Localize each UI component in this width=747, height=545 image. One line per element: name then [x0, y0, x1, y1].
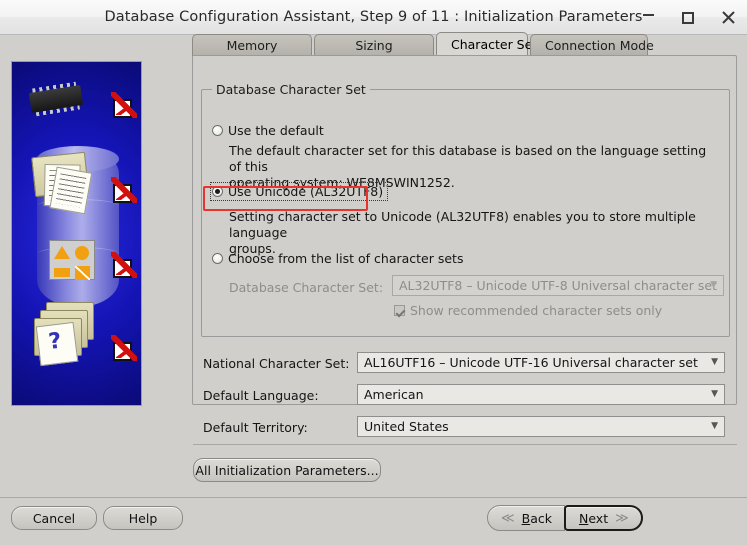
tab-connection-mode[interactable]: Connection Mode [530, 34, 654, 56]
memory-chip-icon [28, 85, 84, 113]
minimize-icon[interactable] [637, 7, 659, 29]
tab-connection-mode-label: Connection Mode [545, 38, 654, 53]
maximize-icon[interactable] [677, 7, 699, 29]
cancel-button-label: Cancel [32, 510, 76, 526]
wizard-illustration [11, 61, 142, 406]
back-button-label: Back [521, 510, 552, 526]
back-button[interactable]: ≪ Back [487, 505, 565, 531]
panel-divider [193, 444, 737, 445]
shapes-icon [49, 240, 95, 280]
use-unicode-desc-line1: Setting character set to Unicode (AL32UT… [229, 209, 696, 240]
database-character-set-select[interactable]: AL32UTF8 – Unicode UTF-8 Universal chara… [392, 275, 724, 296]
tab-sizing[interactable]: Sizing [314, 34, 434, 56]
tab-memory-label: Memory [226, 38, 278, 53]
radio-use-default-indicator [212, 125, 223, 136]
chevron-down-icon: ▼ [711, 389, 718, 399]
show-recommended-checkbox[interactable]: Show recommended character sets only [394, 303, 662, 318]
close-icon[interactable] [717, 7, 739, 29]
database-character-set-label: Database Character Set: [229, 280, 384, 295]
database-character-set-value: AL32UTF8 – Unicode UTF-8 Universal chara… [399, 278, 717, 293]
radio-use-default-label: Use the default [228, 123, 324, 138]
dialog-window: Database Configuration Assistant, Step 9… [0, 0, 747, 545]
documents-icon [31, 151, 99, 215]
next-button[interactable]: Next ≫ [563, 505, 643, 531]
chevron-down-icon: ▼ [710, 280, 717, 290]
database-character-set-group: Database Character Set Use the default T… [201, 82, 730, 337]
all-initialization-parameters-button[interactable]: All Initialization Parameters... [193, 458, 381, 482]
tab-strip: Memory Sizing Character Sets Connection … [192, 31, 737, 56]
title-bar: Database Configuration Assistant, Step 9… [0, 0, 747, 35]
next-button-label: Next [578, 510, 609, 526]
show-recommended-checkbox-indicator [394, 305, 405, 316]
chevron-right-icon: ≫ [615, 510, 629, 526]
national-character-set-select[interactable]: AL16UTF16 – Unicode UTF-16 Universal cha… [357, 352, 725, 373]
chevron-down-icon: ▼ [711, 357, 718, 367]
default-language-value: American [364, 387, 424, 402]
tab-character-sets[interactable]: Character Sets [436, 32, 544, 56]
chevron-left-icon: ≪ [501, 510, 515, 526]
use-unicode-description: Setting character set to Unicode (AL32UT… [229, 209, 719, 257]
default-territory-select[interactable]: United States ▼ [357, 416, 725, 437]
character-sets-panel: Database Character Set Use the default T… [192, 55, 737, 437]
cancel-button[interactable]: Cancel [11, 506, 97, 530]
folders-question-icon [30, 302, 100, 367]
checkmark-icon [111, 92, 137, 118]
chevron-down-icon: ▼ [711, 421, 718, 431]
default-language-select[interactable]: American ▼ [357, 384, 725, 405]
navigation-buttons: ≪ Back Next ≫ [487, 505, 643, 531]
national-character-set-value: AL16UTF16 – Unicode UTF-16 Universal cha… [364, 355, 698, 370]
help-button[interactable]: Help [103, 506, 183, 530]
window-controls [637, 0, 739, 35]
default-territory-label: Default Territory: [203, 420, 308, 435]
radio-use-default[interactable]: Use the default [212, 123, 324, 138]
radio-choose-from-list[interactable]: Choose from the list of character sets [212, 251, 463, 266]
window-title: Database Configuration Assistant, Step 9… [104, 9, 643, 25]
default-territory-value: United States [364, 419, 449, 434]
checkmark-icon [111, 335, 137, 361]
use-default-desc-line1: The default character set for this datab… [229, 143, 707, 174]
all-initialization-parameters-label: All Initialization Parameters... [195, 462, 379, 478]
checkmark-icon [111, 177, 137, 203]
tab-sizing-label: Sizing [355, 38, 393, 53]
tab-memory[interactable]: Memory [192, 34, 312, 56]
help-button-label: Help [128, 510, 158, 526]
default-language-label: Default Language: [203, 388, 319, 403]
radio-choose-from-list-label: Choose from the list of character sets [228, 251, 464, 266]
show-recommended-label: Show recommended character sets only [410, 303, 663, 318]
radio-use-unicode-label: Use Unicode (AL32UTF8) [228, 184, 384, 199]
radio-use-unicode-indicator [212, 186, 223, 197]
radio-use-unicode[interactable]: Use Unicode (AL32UTF8) [210, 182, 389, 201]
radio-choose-from-list-indicator [212, 253, 223, 264]
national-character-set-label: National Character Set: [203, 356, 350, 371]
checkmark-icon [111, 252, 137, 278]
group-title: Database Character Set [212, 82, 370, 97]
